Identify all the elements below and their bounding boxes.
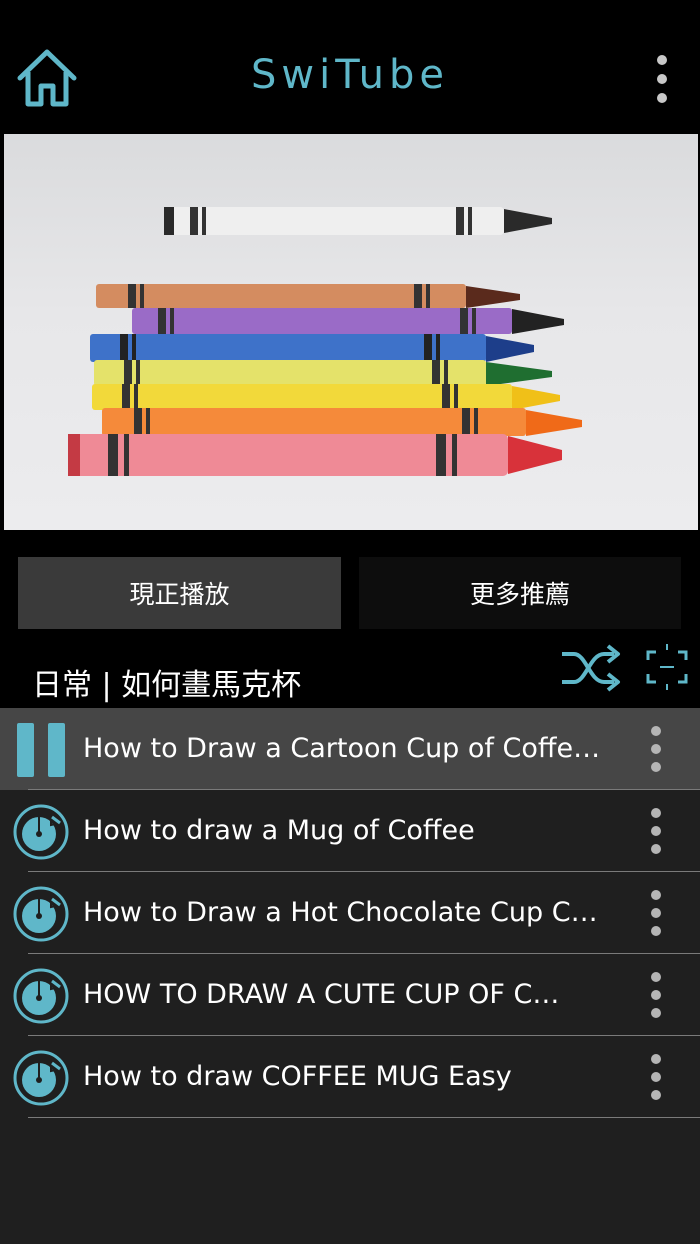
playlist: How to Draw a Cartoon Cup of Coffe… How … [0,708,700,1244]
crayon-pink [68,434,562,476]
music-disc-icon [13,886,69,942]
tab-recommended[interactable]: 更多推薦 [359,557,681,629]
app-header: SwiTube [0,0,700,134]
shuffle-button[interactable] [558,642,622,694]
shuffle-icon [562,644,620,692]
home-icon [17,49,77,107]
list-item[interactable]: How to draw a Mug of Coffee [0,790,700,872]
list-item-title: How to Draw a Hot Chocolate Cup C… [83,897,598,928]
list-item-title: HOW TO DRAW A CUTE CUP OF C… [83,979,560,1010]
music-disc-icon [13,804,69,860]
more-vertical-icon[interactable] [640,1050,672,1104]
music-disc-icon [13,968,69,1024]
fullscreen-icon [646,644,688,690]
list-item-title: How to draw a Mug of Coffee [83,815,475,846]
crayon-blue [90,334,534,362]
more-vertical-icon[interactable] [640,968,672,1022]
list-item-title: How to Draw a Cartoon Cup of Coffe… [83,733,601,764]
crayon-orange [102,408,582,436]
more-vertical-icon[interactable] [640,804,672,858]
list-item[interactable]: How to draw COFFEE MUG Easy [0,1036,700,1118]
crayons-thumbnail [68,207,582,476]
crayon-brown [96,284,520,308]
divider [28,1117,700,1118]
more-vertical-icon[interactable] [640,722,672,776]
crayon-yellow [92,384,560,410]
crayon-yellow-green [94,360,552,386]
crayon-purple [132,308,564,334]
playlist-title: 日常 | 如何畫馬克杯 [32,668,302,703]
list-item-title: How to draw COFFEE MUG Easy [83,1061,512,1092]
list-item[interactable]: How to Draw a Cartoon Cup of Coffe… [0,708,700,790]
music-disc-icon [13,1050,69,1106]
more-vertical-icon [657,55,667,103]
more-options-button[interactable] [640,50,684,110]
fullscreen-button[interactable] [644,640,690,694]
app-title: SwiTube [251,52,449,98]
list-item[interactable]: How to Draw a Hot Chocolate Cup C… [0,872,700,954]
crayon-white [164,207,552,235]
more-vertical-icon[interactable] [640,886,672,940]
list-item[interactable]: HOW TO DRAW A CUTE CUP OF C… [0,954,700,1036]
video-player[interactable] [4,134,698,530]
home-button[interactable] [14,44,80,114]
pause-icon [17,723,65,777]
tab-now-playing[interactable]: 現正播放 [18,557,341,629]
